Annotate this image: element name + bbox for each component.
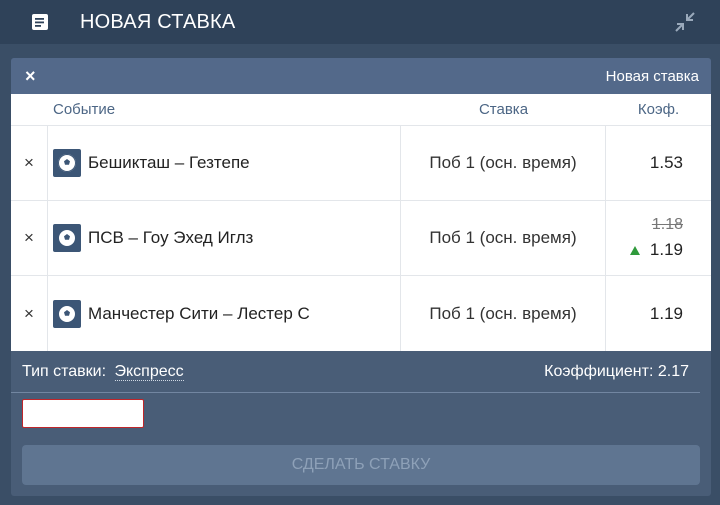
- stake-cell: Поб 1 (осн. время): [401, 126, 606, 200]
- stake-cell: Поб 1 (осн. время): [401, 276, 606, 351]
- event-cell: Манчестер Сити – Лестер С: [48, 276, 401, 351]
- table-row: × Бешикташ – Гезтепе Поб 1 (осн. время) …: [11, 126, 711, 201]
- collapse-icon[interactable]: [672, 9, 698, 35]
- app-header: НОВАЯ СТАВКА: [0, 0, 720, 44]
- football-icon: [53, 224, 81, 252]
- coef-value: 1.19: [649, 303, 683, 323]
- bet-slip-panel: × Новая ставка Событие Ставка Коэф. × Бе…: [11, 58, 711, 496]
- stake-cell: Поб 1 (осн. время): [401, 201, 606, 275]
- new-coef: 1.19: [629, 240, 683, 260]
- table-row: × ПСВ – Гоу Эхед Иглз Поб 1 (осн. время)…: [11, 201, 711, 276]
- remove-bet-button[interactable]: ×: [11, 201, 48, 275]
- bet-type-selector[interactable]: Экспресс: [114, 362, 184, 381]
- arrow-up-icon: [629, 245, 640, 255]
- bet-summary: Тип ставки: Экспресс Коэффициент: 2.17: [11, 351, 700, 393]
- bets-table: Событие Ставка Коэф. × Бешикташ – Гезтеп…: [11, 94, 711, 351]
- remove-bet-button[interactable]: ×: [11, 276, 48, 351]
- column-coef: Коэф.: [637, 101, 680, 118]
- place-bet-button[interactable]: СДЕЛАТЬ СТАВКУ: [22, 445, 700, 485]
- football-icon: [53, 149, 81, 177]
- close-slip-button[interactable]: ×: [25, 67, 36, 85]
- coef-cell: 1.53: [606, 126, 711, 200]
- bet-type: Тип ставки: Экспресс: [22, 362, 184, 381]
- football-icon: [53, 299, 81, 328]
- event-cell: ПСВ – Гоу Эхед Иглз: [48, 201, 401, 275]
- panel-top-bar: × Новая ставка: [11, 58, 711, 94]
- coef-value: 1.53: [649, 153, 683, 172]
- old-coef-value: 1.18: [651, 216, 683, 233]
- event-cell: Бешикташ – Гезтепе: [48, 126, 401, 200]
- remove-bet-button[interactable]: ×: [11, 126, 48, 200]
- total-coef: Коэффициент: 2.17: [544, 362, 689, 380]
- panel-title: Новая ставка: [605, 67, 699, 85]
- coef-value: 1.19: [649, 240, 683, 259]
- document-icon: [30, 12, 50, 32]
- table-header: Событие Ставка Коэф.: [11, 94, 711, 126]
- event-name: Манчестер Сити – Лестер С: [88, 303, 310, 323]
- coef-cell: 1.18 1.19: [606, 201, 711, 275]
- bet-type-label: Тип ставки:: [22, 362, 107, 380]
- event-name: Бешикташ – Гезтепе: [88, 153, 250, 172]
- coef-cell: 1.19: [606, 276, 711, 351]
- event-name: ПСВ – Гоу Эхед Иглз: [88, 228, 254, 247]
- column-event: Событие: [53, 101, 116, 118]
- table-row: × Манчестер Сити – Лестер С Поб 1 (осн. …: [11, 276, 711, 351]
- page-title: НОВАЯ СТАВКА: [80, 10, 236, 33]
- stake-amount-input[interactable]: [22, 399, 144, 428]
- column-stake: Ставка: [478, 101, 529, 118]
